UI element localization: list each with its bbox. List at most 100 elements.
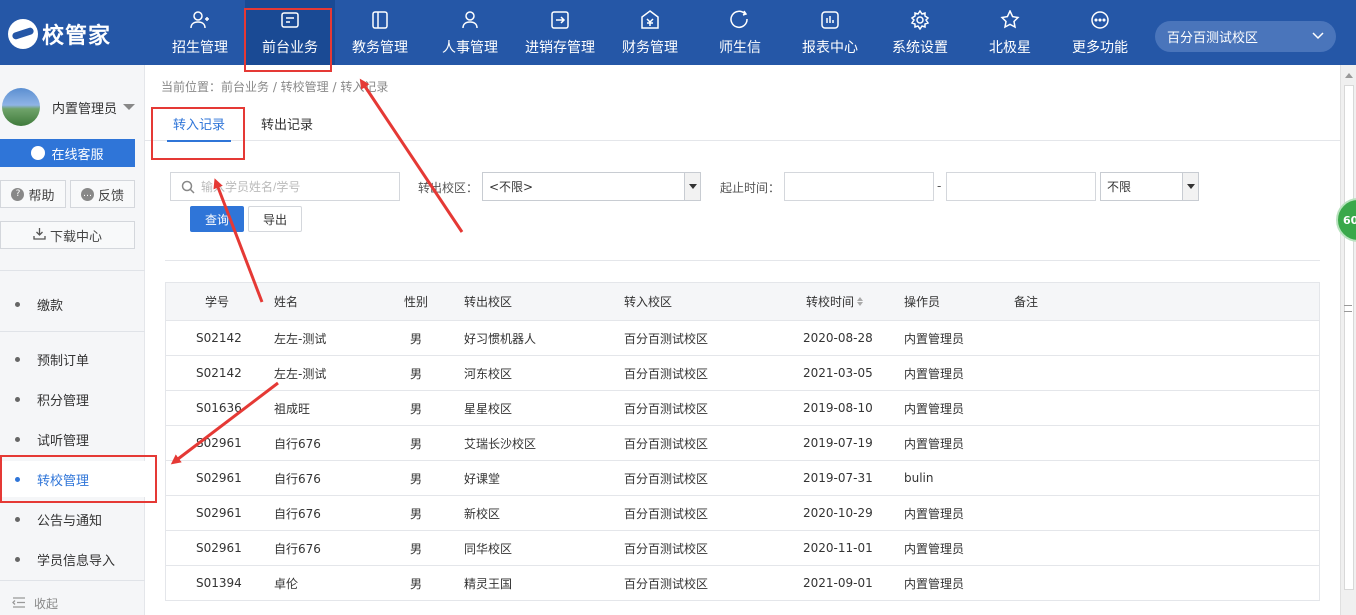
- cell-operator: 内置管理员: [904, 436, 965, 451]
- tab-bar: 转入记录 转出记录: [145, 105, 1340, 142]
- table-row[interactable]: S02961 自行676 男 艾瑞长沙校区 百分百测试校区 2019-07-19 内置管理员: [166, 426, 1319, 461]
- divider: [165, 260, 1320, 261]
- scroll-thumb[interactable]: [1344, 85, 1354, 590]
- online-service-button[interactable]: 在线客服: [0, 139, 135, 167]
- query-button[interactable]: 查询: [190, 206, 244, 232]
- header-out-campus: 转出校区: [464, 295, 513, 309]
- search-icon: [181, 180, 195, 194]
- nav-item-polaris[interactable]: 北极星: [965, 0, 1055, 65]
- nav-label: 北极星: [989, 39, 1031, 56]
- nav-item-finance[interactable]: 财务管理: [605, 0, 695, 65]
- table-row[interactable]: S02961 自行676 男 同华校区 百分百测试校区 2020-11-01 内置管理员: [166, 531, 1319, 566]
- cell-in-campus: 百分百测试校区: [624, 366, 709, 381]
- sidebar-item-points[interactable]: 积分管理: [0, 381, 145, 417]
- avatar: [2, 88, 40, 126]
- tab-transfer-in[interactable]: 转入记录: [167, 105, 231, 142]
- message-icon: [729, 9, 751, 31]
- nav-item-inventory[interactable]: 进销存管理: [515, 0, 605, 65]
- sidebar-item-import[interactable]: 学员信息导入: [0, 541, 145, 577]
- nav-item-enrollment[interactable]: 招生管理: [155, 0, 245, 65]
- tab-label: 转出记录: [260, 117, 313, 133]
- cell-gender: 男: [410, 436, 423, 451]
- help-button[interactable]: ? 帮助: [0, 180, 66, 208]
- nav-item-messages[interactable]: 师生信: [695, 0, 785, 65]
- sidebar-item-transfer[interactable]: 转校管理: [0, 461, 145, 497]
- sidebar-item-payment[interactable]: 缴款: [0, 286, 145, 322]
- nav-item-settings[interactable]: 系统设置: [875, 0, 965, 65]
- cell-gender: 男: [410, 401, 423, 416]
- tab-transfer-out[interactable]: 转出记录: [255, 105, 319, 141]
- search-field[interactable]: [170, 172, 400, 201]
- cell-gender: 男: [410, 471, 423, 486]
- help-label: 帮助: [28, 188, 55, 204]
- start-date-input[interactable]: [784, 172, 934, 201]
- feedback-button[interactable]: … 反馈: [70, 180, 135, 208]
- page-scrollbar[interactable]: [1340, 65, 1356, 615]
- range-select[interactable]: 不限: [1100, 172, 1199, 201]
- sidebar-item-preorder[interactable]: 预制订单: [0, 341, 145, 377]
- user-plus-icon: [189, 9, 211, 31]
- cell-transfer-time: 2021-03-05: [803, 366, 873, 380]
- nav-item-more[interactable]: 更多功能: [1055, 0, 1145, 65]
- campus-select[interactable]: 百分百测试校区: [1155, 21, 1336, 52]
- search-input[interactable]: [201, 179, 391, 194]
- download-center-label: 下载中心: [49, 229, 102, 245]
- table-row[interactable]: S01394 卓伦 男 精灵王国 百分百测试校区 2021-09-01 内置管理员: [166, 566, 1319, 601]
- table-row[interactable]: S02142 左左-测试 男 好习惯机器人 百分百测试校区 2020-08-28 内置管理员: [166, 321, 1319, 356]
- cell-operator: bulin: [904, 471, 934, 485]
- table-row[interactable]: S02142 左左-测试 男 河东校区 百分百测试校区 2021-03-05 内置管理员: [166, 356, 1319, 391]
- out-campus-value: <不限>: [489, 180, 534, 194]
- nav-item-academic[interactable]: 教务管理: [335, 0, 425, 65]
- cell-name: 自行676: [274, 436, 321, 451]
- finance-icon: [639, 9, 661, 31]
- nav-item-front-desk[interactable]: 前台业务: [245, 0, 335, 65]
- book-icon: [369, 9, 391, 31]
- transfer-table: 学号 姓名 性别 转出校区 转入校区 转校时间 操作员 备注 S02142 左左-…: [165, 282, 1320, 601]
- bullet: [15, 396, 20, 402]
- nav-label: 招生管理: [172, 39, 228, 56]
- cell-in-campus: 百分百测试校区: [624, 331, 709, 346]
- sidebar-item-notices[interactable]: 公告与通知: [0, 501, 145, 537]
- download-center-button[interactable]: 下载中心: [0, 221, 135, 249]
- export-button[interactable]: 导出: [248, 206, 302, 232]
- desk-icon: [279, 9, 301, 31]
- logo[interactable]: 校管家: [8, 18, 111, 50]
- sidebar-item-trial[interactable]: 试听管理: [0, 421, 145, 457]
- nav-item-reports[interactable]: 报表中心: [785, 0, 875, 65]
- cell-name: 自行676: [274, 541, 321, 556]
- cell-operator: 内置管理员: [904, 331, 965, 346]
- nav-item-hr[interactable]: 人事管理: [425, 0, 515, 65]
- bullet: [15, 436, 20, 442]
- report-icon: [819, 9, 841, 31]
- header-transfer-time[interactable]: 转校时间: [806, 283, 864, 320]
- collapse-button[interactable]: 收起: [12, 595, 58, 612]
- nav-label: 进销存管理: [525, 39, 595, 56]
- end-date-input[interactable]: [946, 172, 1096, 201]
- cell-out-campus: 好课堂: [464, 471, 501, 486]
- cell-operator: 内置管理员: [904, 541, 965, 556]
- cell-out-campus: 河东校区: [464, 366, 513, 381]
- out-campus-label: 转出校区：: [418, 181, 479, 195]
- nav-label: 更多功能: [1072, 39, 1128, 56]
- dropdown-arrow-icon: [1182, 173, 1198, 200]
- tab-label: 转入记录: [172, 117, 225, 133]
- cell-student-id: S02142: [196, 366, 242, 380]
- range-value: 不限: [1107, 180, 1132, 194]
- table-row[interactable]: S02961 自行676 男 新校区 百分百测试校区 2020-10-29 内置管理员: [166, 496, 1319, 531]
- top-navbar: 校管家 招生管理 前台业务 教务管理 人事管理 进销存管理 财务管理 师生信 报…: [0, 0, 1356, 65]
- cell-out-campus: 同华校区: [464, 541, 513, 556]
- cell-out-campus: 艾瑞长沙校区: [464, 436, 537, 451]
- out-campus-select[interactable]: <不限>: [482, 172, 701, 201]
- collapse-icon: [12, 596, 26, 611]
- cell-gender: 男: [410, 576, 423, 591]
- cell-name: 自行676: [274, 471, 321, 486]
- cell-gender: 男: [410, 366, 423, 381]
- cell-in-campus: 百分百测试校区: [624, 401, 709, 416]
- nav-label: 报表中心: [802, 39, 858, 56]
- user-menu[interactable]: 内置管理员: [0, 87, 145, 127]
- cell-name: 左左-测试: [274, 331, 327, 346]
- main-content: 当前位置：前台业务 / 转校管理 / 转入记录 转入记录 转出记录 转出校区： …: [145, 65, 1340, 615]
- table-row[interactable]: S02961 自行676 男 好课堂 百分百测试校区 2019-07-31 bulin: [166, 461, 1319, 496]
- cell-in-campus: 百分百测试校区: [624, 436, 709, 451]
- table-row[interactable]: S01636 祖成旺 男 星星校区 百分百测试校区 2019-08-10 内置管理员: [166, 391, 1319, 426]
